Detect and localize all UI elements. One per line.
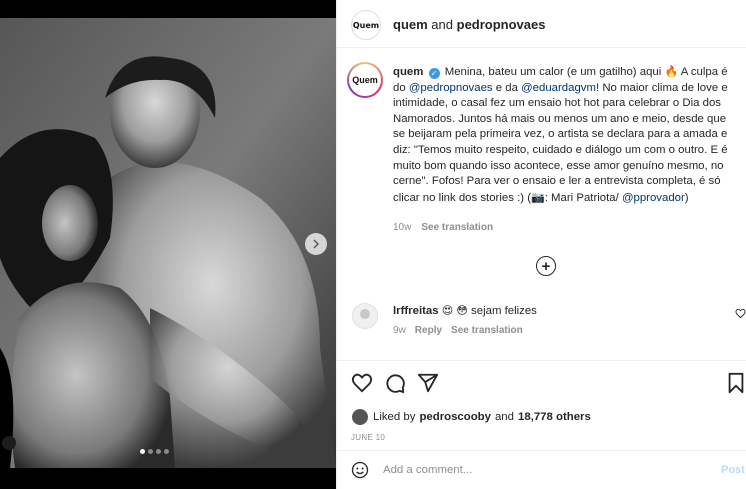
comment-body: sejam felizes [471, 305, 537, 317]
likes-summary: Liked by pedroscooby and 18,778 others [351, 408, 591, 426]
caption-username[interactable]: quem [393, 66, 423, 78]
user-tag-icon[interactable] [2, 436, 16, 450]
comment-see-translation-button[interactable]: See translation [451, 325, 523, 336]
quem-logo: Quem [352, 20, 380, 30]
post-actions [337, 372, 746, 396]
caption-time[interactable]: 10w [393, 222, 411, 233]
next-slide-button[interactable] [305, 233, 327, 255]
post-date[interactable]: JUNE 10 [351, 433, 385, 442]
carousel-dot [164, 449, 169, 454]
post-caption: quem ✓ Menina, bateu um calor (e um gati… [393, 64, 739, 206]
mention-link[interactable]: @pedropnovaes [409, 82, 493, 94]
post-photo-image [0, 18, 336, 468]
like-icon[interactable] [351, 372, 373, 394]
plus-icon: + [541, 257, 551, 275]
caption-avatar[interactable]: Quem [347, 62, 383, 98]
comment: lrffreitas 😍 😳 sejam felizes [393, 304, 537, 317]
and-text: and [431, 17, 453, 32]
fire-emoji: 🔥 [664, 65, 679, 78]
post-header: Quem quem and pedropnovaes [337, 0, 746, 48]
comment-like-icon[interactable] [735, 308, 746, 322]
liker-avatar[interactable] [351, 408, 369, 426]
reply-button[interactable]: Reply [415, 325, 442, 336]
comment-meta: 9w Reply See translation [393, 325, 523, 336]
comment-input[interactable] [383, 460, 703, 480]
post-details-panel: Quem quem and pedropnovaes Quem quem ✓ M… [336, 0, 746, 489]
add-comment-form: Post [337, 450, 746, 489]
post-comment-button[interactable]: Post [721, 464, 745, 476]
carousel-indicator [140, 449, 169, 454]
chevron-right-icon [313, 239, 319, 249]
camera-emoji: 📷 [531, 190, 545, 204]
emoji-picker-icon[interactable] [351, 461, 369, 479]
divider [337, 360, 746, 361]
likes-and: and [494, 411, 514, 423]
post-authors: quem and pedropnovaes [393, 17, 545, 32]
collaborator-link[interactable]: pedropnovaes [457, 17, 546, 32]
heart-eyes-emoji: 😍 [441, 304, 454, 317]
share-icon[interactable] [417, 372, 439, 394]
see-translation-button[interactable]: See translation [421, 222, 493, 233]
caption-text: Menina, bateu um calor (e um gatilho) aq… [444, 66, 665, 78]
comment-time[interactable]: 9w [393, 325, 406, 336]
comment-icon[interactable] [384, 372, 406, 394]
flushed-emoji: 😳 [456, 304, 468, 317]
carousel-dot [148, 449, 153, 454]
caption-text: ) [684, 191, 689, 204]
caption-text: ! No maior clima de love e intimidade, o… [393, 81, 728, 204]
quem-logo: Quem [352, 75, 378, 85]
mention-link[interactable]: @pprovador [622, 192, 685, 204]
commenter-avatar[interactable] [352, 303, 378, 329]
liked-by-prefix: Liked by [373, 411, 416, 423]
liker-username[interactable]: pedroscooby [419, 411, 491, 423]
carousel-dot [140, 449, 145, 454]
caption-text: : Mari Patriota/ [544, 191, 622, 204]
likes-count[interactable]: 18,778 others [518, 411, 591, 423]
caption-text: e da [492, 81, 522, 94]
author-link[interactable]: quem [393, 17, 428, 32]
save-bookmark-icon[interactable] [725, 372, 746, 394]
post-photo[interactable] [0, 18, 336, 468]
caption-meta: 10w See translation [393, 222, 493, 233]
mention-link[interactable]: @eduardagvm [521, 82, 596, 94]
account-avatar[interactable]: Quem [351, 10, 381, 40]
comment-username[interactable]: lrffreitas [393, 305, 439, 317]
carousel-dot [156, 449, 161, 454]
verified-badge-icon: ✓ [428, 68, 440, 79]
load-more-comments-button[interactable]: + [536, 256, 556, 276]
